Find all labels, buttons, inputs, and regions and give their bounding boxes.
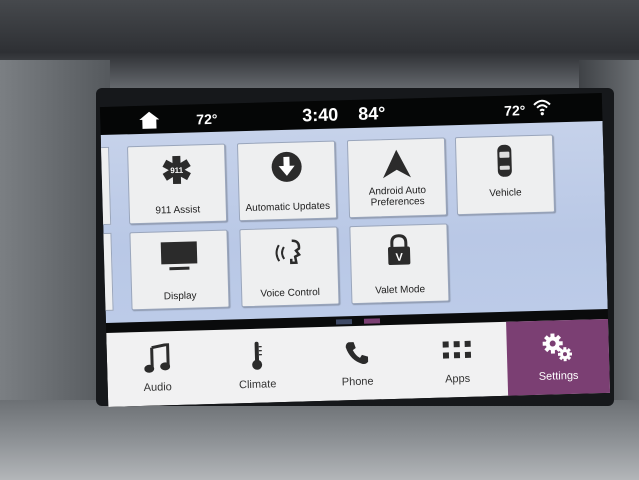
nav-label: Phone bbox=[341, 375, 374, 389]
tile-valet-mode[interactable]: V Valet Mode bbox=[349, 223, 450, 305]
download-arrow-icon bbox=[238, 150, 335, 185]
music-note-icon bbox=[107, 342, 208, 375]
tile-label: 911 Assist bbox=[155, 204, 201, 217]
tile-vehicle[interactable]: Vehicle bbox=[454, 134, 556, 216]
tile-911-assist[interactable]: 911 911 Assist bbox=[127, 143, 228, 225]
nav-label: Settings bbox=[538, 369, 579, 383]
svg-text:911: 911 bbox=[170, 166, 184, 175]
wifi-icon bbox=[532, 97, 553, 121]
nav-apps[interactable]: Apps bbox=[406, 322, 508, 399]
left-temperature[interactable]: 72° bbox=[196, 111, 218, 128]
settings-grid: 911 911 Assist Automatic Updates Android… bbox=[99, 121, 608, 325]
tile-label: Automatic Updates bbox=[245, 200, 331, 215]
tile-android-auto-preferences[interactable]: Android Auto Preferences bbox=[346, 137, 448, 219]
home-icon[interactable] bbox=[138, 109, 161, 135]
nav-settings[interactable]: Settings bbox=[506, 318, 611, 396]
nav-label: Audio bbox=[143, 381, 172, 394]
monitor-icon bbox=[131, 239, 228, 274]
android-auto-icon bbox=[348, 146, 445, 181]
nav-climate[interactable]: Climate bbox=[206, 327, 308, 404]
nav-label: Apps bbox=[444, 372, 471, 386]
tile-label: Voice Control bbox=[260, 286, 321, 300]
valet-lock-icon: V bbox=[351, 232, 448, 267]
page-dot[interactable] bbox=[335, 319, 353, 325]
bezel-bottom bbox=[0, 400, 639, 480]
tile-voice-control[interactable]: Voice Control bbox=[239, 226, 340, 308]
outside-temperature: 84° bbox=[357, 103, 386, 124]
nav-audio[interactable]: Audio bbox=[106, 330, 208, 407]
gears-icon bbox=[506, 331, 609, 364]
bottom-nav: Audio Climate Phone Apps Settings bbox=[106, 318, 611, 407]
clock: 3:40 bbox=[301, 104, 339, 126]
car-top-view-icon bbox=[456, 143, 553, 178]
tile-display[interactable]: Display bbox=[129, 229, 230, 311]
tile-label: Display bbox=[163, 290, 197, 303]
page-dot-active[interactable] bbox=[363, 318, 381, 324]
tile-label: Valet Mode bbox=[375, 284, 426, 297]
star-of-life-911-icon: 911 bbox=[128, 153, 225, 188]
nav-phone[interactable]: Phone bbox=[306, 325, 408, 402]
right-temperature[interactable]: 72° bbox=[504, 102, 526, 119]
nav-label: Climate bbox=[238, 378, 277, 392]
apps-grid-icon bbox=[406, 334, 507, 367]
phone-icon bbox=[306, 337, 407, 370]
voice-control-icon bbox=[241, 236, 338, 271]
thermometer-icon bbox=[207, 339, 308, 372]
tile-automatic-updates[interactable]: Automatic Updates bbox=[236, 140, 338, 222]
tile-label: Vehicle bbox=[489, 187, 522, 200]
svg-text:V: V bbox=[395, 252, 403, 264]
tile-label: Android Auto Preferences bbox=[368, 184, 427, 209]
infotainment-screen: 72° 3:40 84° 72° 911 911 Assist Automati… bbox=[99, 93, 611, 407]
